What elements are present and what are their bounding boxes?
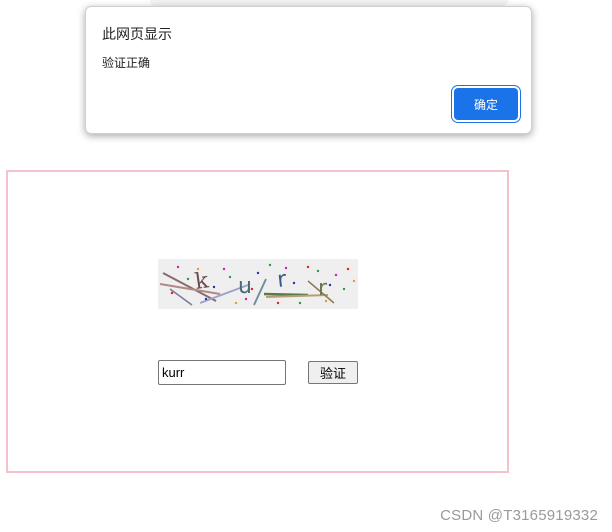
alert-dialog: 此网页显示 验证正确 确定	[85, 6, 532, 134]
captcha-image[interactable]: k u r r	[158, 259, 358, 309]
verify-button[interactable]: 验证	[308, 361, 358, 384]
captcha-char: u	[238, 274, 252, 299]
captcha-code-input[interactable]	[158, 360, 286, 385]
captcha-panel: k u r r 验证	[6, 170, 509, 473]
alert-ok-button[interactable]: 确定	[454, 88, 518, 120]
watermark: CSDN @T3165919332	[440, 507, 598, 524]
captcha-char: r	[318, 276, 328, 301]
alert-message: 验证正确	[102, 56, 151, 70]
alert-title: 此网页显示	[102, 27, 172, 43]
